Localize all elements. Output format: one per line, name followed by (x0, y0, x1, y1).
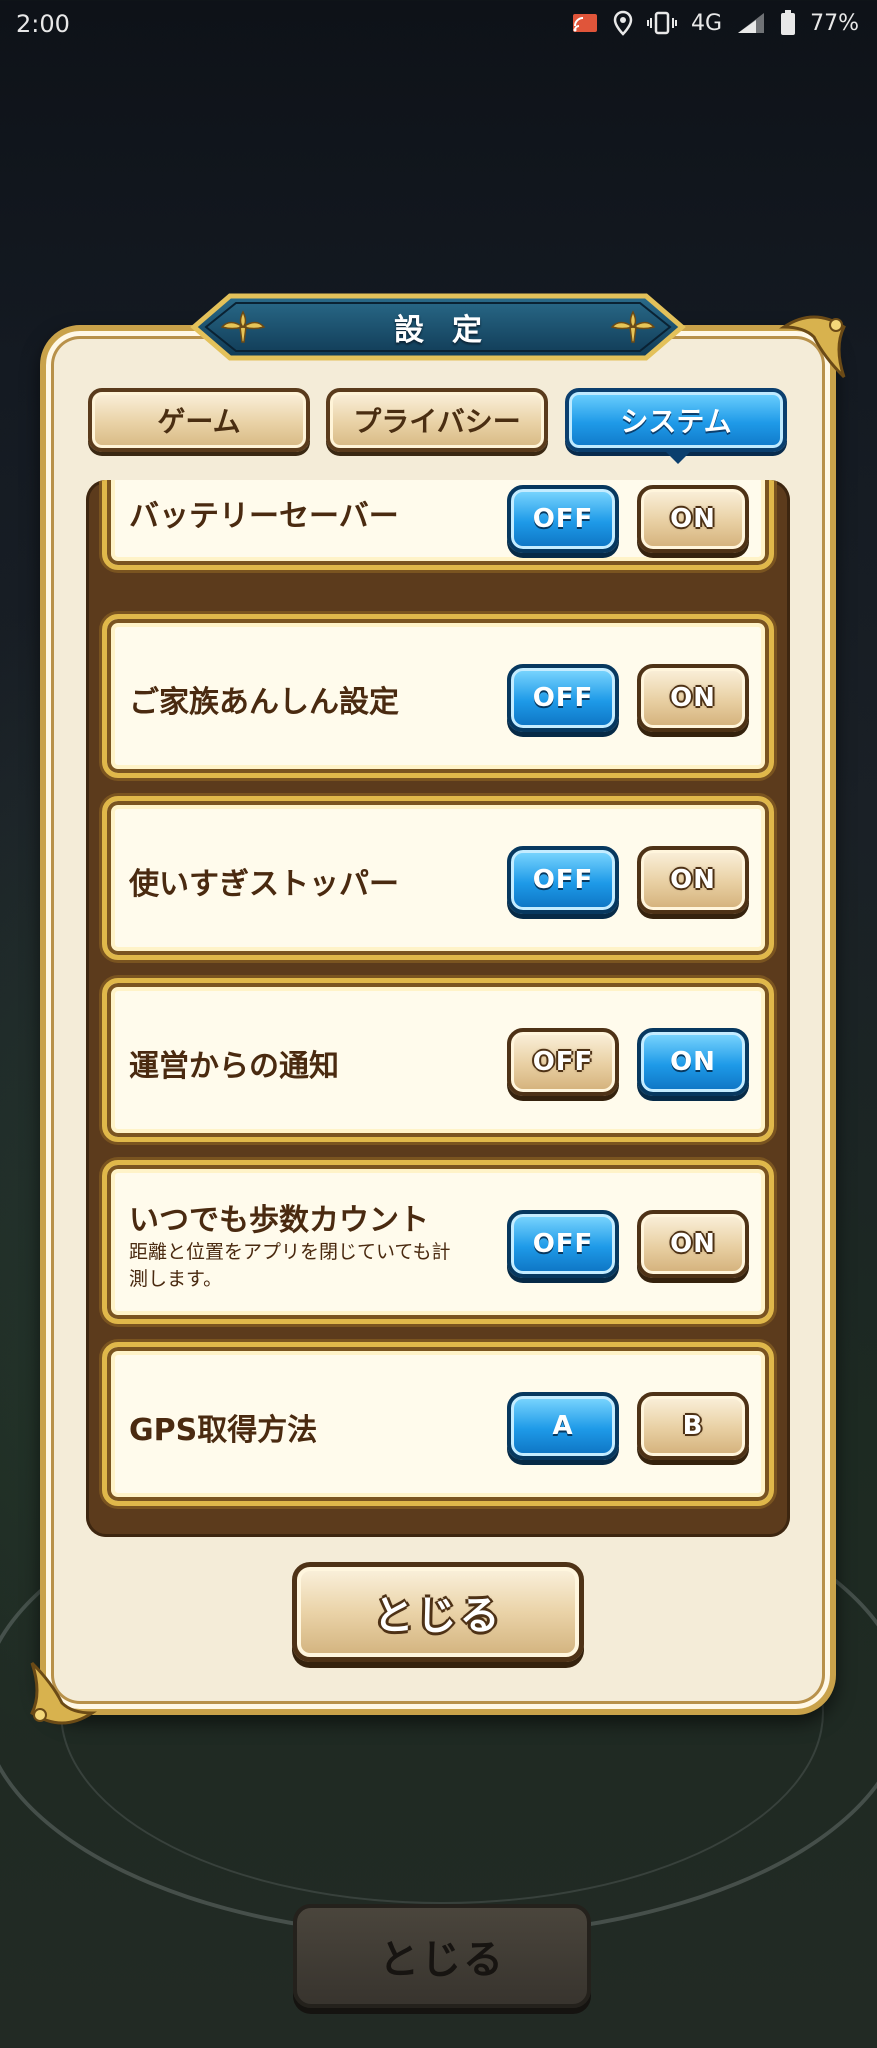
status-time: 2:00 (16, 10, 70, 38)
step-count-off-button[interactable]: OFF (507, 1210, 619, 1278)
setting-row-notifications: 運営からの通知 OFF ON (102, 978, 774, 1142)
setting-label: バッテリーセーバー (129, 499, 399, 534)
setting-row-step-count: いつでも歩数カウント 距離と位置をアプリを閉じていても計測します。 OFF ON (102, 1160, 774, 1324)
setting-label: 使いすぎストッパー (129, 867, 399, 902)
gps-method-b-button[interactable]: B (637, 1392, 749, 1460)
signal-icon (736, 11, 766, 35)
setting-row-gps-method: GPS取得方法 A B (102, 1342, 774, 1506)
battery-saver-on-button[interactable]: ON (637, 485, 749, 553)
active-tab-pointer (666, 452, 690, 464)
battery-percent: 77% (810, 10, 859, 36)
family-safety-off-button[interactable]: OFF (507, 664, 619, 732)
setting-label: 運営からの通知 (129, 1049, 339, 1084)
setting-label: GPS取得方法 (129, 1413, 318, 1448)
setting-description: 距離と位置をアプリを閉じていても計測します。 (129, 1241, 451, 1290)
step-count-on-button[interactable]: ON (637, 1210, 749, 1278)
settings-list[interactable]: バッテリーセーバー OFF ON ご家族あんしん設定 OFF ON 使いすぎスト… (86, 480, 790, 1537)
corner-ornament-icon (30, 1661, 97, 1725)
tab-game[interactable]: ゲーム (88, 388, 310, 452)
status-bar: 2:00 4G 77% (0, 0, 877, 50)
battery-icon (780, 10, 796, 36)
overuse-stopper-off-button[interactable]: OFF (507, 846, 619, 914)
tab-system[interactable]: システム (565, 388, 787, 452)
tab-privacy[interactable]: プライバシー (326, 388, 548, 452)
title-banner: 設定 (190, 292, 686, 362)
location-icon (613, 10, 633, 36)
setting-row-battery-saver: バッテリーセーバー OFF ON (102, 480, 774, 570)
dialog-title: 設定 (394, 313, 510, 348)
vibrate-icon (647, 11, 678, 35)
setting-row-family-safety: ご家族あんしん設定 OFF ON (102, 614, 774, 778)
gps-method-a-button[interactable]: A (507, 1392, 619, 1460)
network-type: 4G (691, 10, 723, 36)
family-safety-on-button[interactable]: ON (637, 664, 749, 732)
battery-saver-off-button[interactable]: OFF (507, 485, 619, 553)
notifications-on-button[interactable]: ON (637, 1028, 749, 1096)
setting-label: ご家族あんしん設定 (129, 685, 399, 720)
corner-ornament-icon (779, 315, 846, 379)
notifications-off-button[interactable]: OFF (507, 1028, 619, 1096)
overuse-stopper-on-button[interactable]: ON (637, 846, 749, 914)
background-close-button: とじる (293, 1904, 591, 2008)
close-button[interactable]: とじる (292, 1562, 584, 1662)
setting-label: いつでも歩数カウント (129, 1203, 429, 1238)
setting-row-overuse-stopper: 使いすぎストッパー OFF ON (102, 796, 774, 960)
cast-icon (571, 12, 599, 34)
